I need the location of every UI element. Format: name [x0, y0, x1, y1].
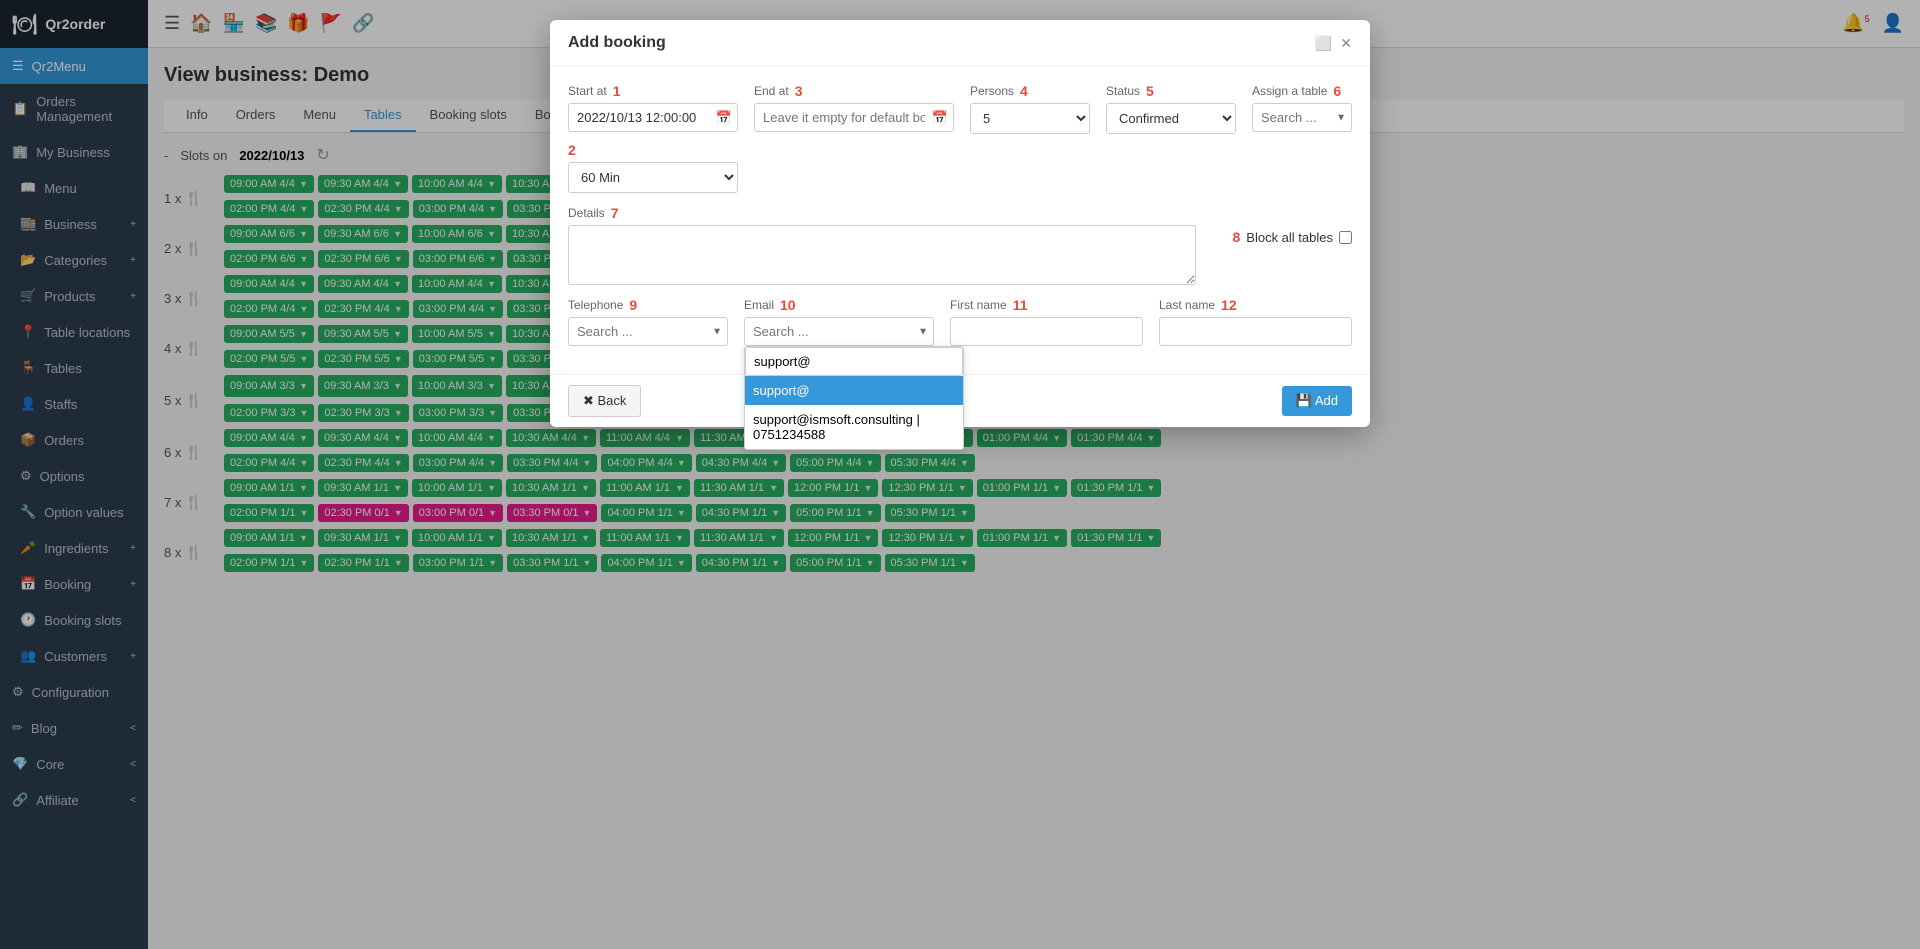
assign-table-dropdown[interactable]: ▼	[1252, 103, 1352, 132]
email-dropdown-list: support@ support@ismsoft.consulting | 07…	[744, 346, 964, 450]
end-at-group: End at 3 📅	[754, 83, 954, 132]
back-button[interactable]: ✖ Back	[568, 385, 641, 417]
form-row-details: Details 7 8 Block all tables	[568, 205, 1352, 285]
start-at-calendar-icon[interactable]: 📅	[716, 110, 732, 126]
add-booking-modal: Add booking ⬜ ✕ Start at 1 📅	[550, 20, 1370, 427]
first-name-num: 11	[1013, 297, 1028, 313]
email-num: 10	[780, 297, 796, 313]
first-name-label: First name 11	[950, 297, 1143, 313]
persons-group: Persons 4 5 1234 678	[970, 83, 1090, 134]
details-num: 7	[611, 205, 619, 221]
email-select-display[interactable]	[744, 317, 934, 346]
assign-table-label: Assign a table 6	[1252, 83, 1352, 99]
duration-select[interactable]: 60 Min 30 Min 90 Min 120 Min	[568, 162, 738, 193]
last-name-group: Last name 12	[1159, 297, 1352, 346]
form-row-contact: Telephone 9 ▼ Email 10	[568, 297, 1352, 346]
modal-close-button[interactable]: ✕	[1340, 35, 1352, 52]
telephone-input[interactable]	[568, 317, 728, 346]
status-group: Status 5 Confirmed Pending Cancelled	[1106, 83, 1236, 134]
form-row-1: Start at 1 📅 2 60 Min 30 Min 90 Min	[568, 83, 1352, 193]
assign-table-input[interactable]	[1252, 103, 1352, 132]
persons-num: 4	[1020, 83, 1028, 99]
details-label: Details 7	[568, 205, 1196, 221]
details-textarea[interactable]	[568, 225, 1196, 285]
first-name-input[interactable]	[950, 317, 1143, 346]
email-label: Email 10	[744, 297, 934, 313]
persons-label: Persons 4	[970, 83, 1090, 99]
add-button[interactable]: 💾 Add	[1282, 386, 1352, 416]
block-all-label: Block all tables	[1246, 230, 1352, 245]
block-all-checkbox[interactable]	[1339, 231, 1352, 244]
modal-header-icons: ⬜ ✕	[1315, 35, 1352, 52]
first-name-group: First name 11	[950, 297, 1143, 346]
modal-overlay: Add booking ⬜ ✕ Start at 1 📅	[0, 0, 1920, 949]
telephone-label: Telephone 9	[568, 297, 728, 313]
start-at-num: 1	[613, 83, 621, 99]
email-group: Email 10 ▼ support@ support@ismsoft.cons…	[744, 297, 934, 346]
details-group: Details 7	[568, 205, 1196, 285]
email-option-ismsoft[interactable]: support@ismsoft.consulting | 0751234588	[745, 405, 963, 449]
block-all-group: 8 Block all tables	[1212, 205, 1352, 245]
email-dropdown[interactable]: ▼ support@ support@ismsoft.consulting | …	[744, 317, 934, 346]
modal-body: Start at 1 📅 2 60 Min 30 Min 90 Min	[550, 67, 1370, 374]
end-at-num: 3	[795, 83, 803, 99]
email-search-input[interactable]	[745, 347, 963, 376]
telephone-group: Telephone 9 ▼	[568, 297, 728, 346]
last-name-num: 12	[1221, 297, 1237, 313]
end-at-calendar-icon[interactable]: 📅	[932, 110, 948, 126]
modal-expand-button[interactable]: ⬜	[1315, 35, 1332, 52]
assign-table-num: 6	[1333, 83, 1341, 99]
start-at-label: Start at 1	[568, 83, 738, 99]
telephone-num: 9	[629, 297, 637, 313]
block-all-num: 8	[1232, 229, 1240, 245]
status-num: 5	[1146, 83, 1154, 99]
modal-header: Add booking ⬜ ✕	[550, 20, 1370, 67]
status-label: Status 5	[1106, 83, 1236, 99]
last-name-label: Last name 12	[1159, 297, 1352, 313]
assign-table-group: Assign a table 6 ▼	[1252, 83, 1352, 132]
modal-title: Add booking	[568, 34, 666, 52]
end-at-label: End at 3	[754, 83, 954, 99]
email-option-support[interactable]: support@	[745, 376, 963, 405]
end-at-input-wrap: 📅	[754, 103, 954, 132]
end-at-input[interactable]	[754, 103, 954, 132]
start-at-group: Start at 1 📅 2 60 Min 30 Min 90 Min	[568, 83, 738, 193]
last-name-input[interactable]	[1159, 317, 1352, 346]
start-at-input[interactable]	[568, 103, 738, 132]
telephone-dropdown[interactable]: ▼	[568, 317, 728, 346]
status-select[interactable]: Confirmed Pending Cancelled	[1106, 103, 1236, 134]
start-at-input-wrap: 📅	[568, 103, 738, 132]
duration-label: 2	[568, 142, 738, 158]
persons-select[interactable]: 5 1234 678	[970, 103, 1090, 134]
duration-num: 2	[568, 142, 576, 158]
